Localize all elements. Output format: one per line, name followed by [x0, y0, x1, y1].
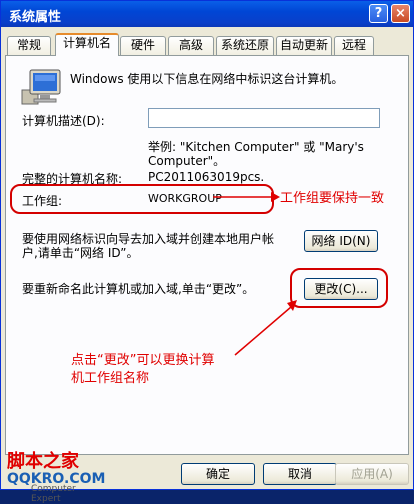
- annotation-click-change-line-2: 机工作组名称: [71, 371, 150, 386]
- annotation-keep-consistent: 工作组要保持一致: [280, 191, 385, 206]
- watermark-line-1: 脚本之家: [7, 451, 79, 472]
- annotation-arrows: [213, 192, 297, 356]
- watermark-logo: 脚本之家 QQKRO.COM Computer Expert: [7, 447, 107, 504]
- system-properties-window: 系统属性 ? × 常规 计算机名 硬件 高级 系统还原 自动更新 远程 Wind…: [0, 0, 414, 504]
- arrow-head-icon: [271, 192, 280, 202]
- cancel-button[interactable]: 取消: [263, 463, 337, 485]
- watermark-line-3: Computer Expert: [31, 484, 76, 504]
- arrow-to-change-line: [234, 306, 292, 356]
- apply-button[interactable]: 应用(A): [335, 463, 409, 485]
- ok-button[interactable]: 确定: [181, 463, 255, 485]
- annotation-click-change-line-1: 点击“更改”可以更换计算: [71, 353, 215, 368]
- tab-computer-name[interactable]: 计算机名: [55, 33, 119, 56]
